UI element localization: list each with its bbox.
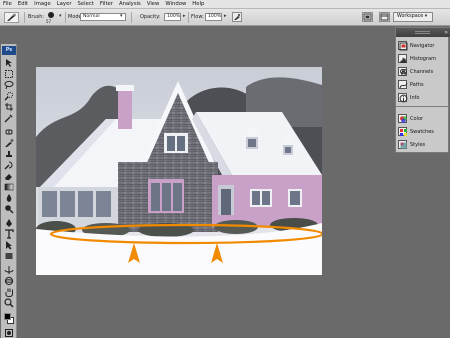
separator bbox=[131, 12, 132, 23]
type-tool-icon[interactable] bbox=[4, 229, 14, 239]
options-bar: Brush: 57 ▾ Mode: Normal ▾ Opacity: 100%… bbox=[0, 9, 450, 26]
tablet-pressure-button[interactable] bbox=[362, 12, 373, 22]
panel-item-color[interactable]: Color bbox=[398, 112, 448, 125]
panel-item-histogram[interactable]: Histogram bbox=[398, 52, 448, 65]
styles-icon bbox=[398, 140, 407, 149]
drag-grip-icon[interactable] bbox=[415, 31, 430, 34]
menu-filter[interactable]: Filter bbox=[97, 0, 116, 9]
channels-icon bbox=[398, 67, 407, 76]
workspace-menu[interactable]: Workspace ▾ bbox=[393, 12, 433, 22]
panel-divider bbox=[396, 106, 450, 107]
screen-mode-button[interactable] bbox=[379, 12, 390, 22]
flow-label: Flow: bbox=[191, 14, 204, 20]
panel-item-label: Color bbox=[410, 115, 424, 122]
3d-orbit-tool-icon[interactable] bbox=[4, 276, 14, 286]
panel-item-styles[interactable]: Styles bbox=[398, 138, 448, 151]
opacity-label: Opacity: bbox=[140, 14, 161, 20]
separator bbox=[65, 12, 66, 23]
screen-mode-icon bbox=[380, 13, 389, 21]
cottage-photo bbox=[36, 67, 322, 275]
chevron-right-icon[interactable]: ▸ bbox=[183, 13, 186, 19]
separator bbox=[188, 12, 189, 23]
swatches-icon bbox=[398, 127, 407, 136]
move-tool-icon[interactable] bbox=[4, 58, 14, 68]
airbrush-icon bbox=[234, 14, 240, 20]
workspace-label: Workspace bbox=[397, 14, 424, 19]
3d-rotate-tool-icon[interactable] bbox=[4, 265, 14, 275]
menu-image[interactable]: Image bbox=[31, 0, 54, 9]
crop-tool-icon[interactable] bbox=[4, 102, 14, 112]
menu-edit[interactable]: Edit bbox=[15, 0, 31, 9]
panel-item-channels[interactable]: Channels bbox=[398, 65, 448, 78]
chevron-right-icon[interactable]: ▸ bbox=[224, 13, 227, 19]
menu-help[interactable]: Help bbox=[189, 0, 207, 9]
chevron-down-icon[interactable]: ▾ bbox=[59, 13, 62, 19]
histogram-icon bbox=[398, 54, 407, 63]
quick-mask-icon[interactable] bbox=[4, 328, 14, 338]
info-icon bbox=[398, 93, 408, 103]
eyedropper-tool-icon[interactable] bbox=[4, 113, 14, 123]
panel-title-bar[interactable]: » bbox=[396, 28, 450, 37]
blur-tool-icon[interactable] bbox=[4, 193, 14, 203]
panel-item-label: Styles bbox=[410, 141, 426, 148]
healing-brush-tool-icon[interactable] bbox=[4, 127, 14, 137]
marquee-tool-icon[interactable] bbox=[4, 69, 14, 79]
foreground-color-swatch[interactable] bbox=[4, 313, 11, 320]
panel-item-label: Navigator bbox=[410, 42, 435, 49]
dodge-tool-icon[interactable] bbox=[4, 204, 14, 214]
flow-field[interactable]: 100% bbox=[205, 13, 222, 21]
menu-analysis[interactable]: Analysis bbox=[116, 0, 144, 9]
photoshop-logo: Ps bbox=[2, 46, 16, 55]
collapse-icon[interactable]: » bbox=[444, 28, 448, 37]
panel-item-label: Channels bbox=[410, 68, 434, 75]
chevron-down-icon[interactable]: ▾ bbox=[120, 13, 123, 19]
history-brush-tool-icon[interactable] bbox=[4, 160, 14, 170]
tablet-icon bbox=[363, 13, 372, 21]
panel-item-swatches[interactable]: Swatches bbox=[398, 125, 448, 138]
menu-layer[interactable]: Layer bbox=[54, 0, 75, 9]
chevron-down-icon: ▾ bbox=[424, 14, 428, 19]
zoom-tool-icon[interactable] bbox=[4, 298, 14, 308]
panel-item-info[interactable]: Info bbox=[398, 91, 448, 104]
opacity-field[interactable]: 100% bbox=[164, 13, 181, 21]
panel-item-label: Info bbox=[410, 94, 420, 101]
panels-dock: » Navigator Histogram Channels Paths Inf… bbox=[395, 27, 450, 153]
brush-tool-icon[interactable] bbox=[4, 138, 14, 148]
lasso-tool-icon[interactable] bbox=[4, 80, 14, 90]
tools-panel: Ps bbox=[1, 44, 17, 338]
tool-preset-picker[interactable] bbox=[4, 12, 19, 23]
pen-tool-icon[interactable] bbox=[4, 218, 14, 228]
panel-item-label: Swatches bbox=[410, 128, 434, 135]
menu-view[interactable]: View bbox=[144, 0, 163, 9]
panel-item-label: Paths bbox=[410, 81, 424, 88]
hand-tool-icon[interactable] bbox=[4, 287, 14, 297]
clone-stamp-tool-icon[interactable] bbox=[4, 149, 14, 159]
panel-item-paths[interactable]: Paths bbox=[398, 78, 448, 91]
menu-window[interactable]: Window bbox=[162, 0, 189, 9]
brush-icon bbox=[7, 13, 16, 21]
brush-size-value: 57 bbox=[46, 19, 52, 24]
eraser-tool-icon[interactable] bbox=[4, 171, 14, 181]
shape-tool-icon[interactable] bbox=[4, 251, 14, 261]
quick-select-tool-icon[interactable] bbox=[4, 91, 14, 101]
panel-item-label: Histogram bbox=[410, 55, 436, 62]
separator bbox=[24, 12, 25, 23]
brush-label: Brush: bbox=[28, 14, 45, 20]
navigator-icon bbox=[398, 41, 408, 51]
menu-bar: File Edit Image Layer Select Filter Anal… bbox=[0, 0, 450, 9]
paths-icon bbox=[398, 80, 408, 89]
menu-select[interactable]: Select bbox=[75, 0, 97, 9]
gradient-tool-icon[interactable] bbox=[4, 182, 14, 192]
menu-file[interactable]: File bbox=[0, 0, 15, 9]
path-select-tool-icon[interactable] bbox=[4, 240, 14, 250]
panel-item-navigator[interactable]: Navigator bbox=[398, 39, 448, 52]
color-icon bbox=[398, 114, 407, 123]
document-canvas[interactable] bbox=[36, 67, 322, 275]
airbrush-toggle[interactable] bbox=[232, 12, 242, 22]
